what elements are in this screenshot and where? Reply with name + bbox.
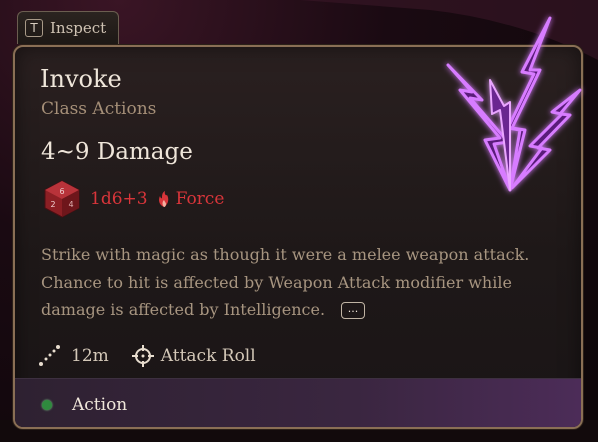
svg-text:4: 4	[68, 200, 73, 209]
dice-row: 6 2 4 1d6+3 Force	[42, 179, 224, 219]
d6-dice-icon: 6 2 4	[44, 180, 80, 218]
description-line: damage is affected by Intelligence....	[41, 296, 541, 324]
description-line: Strike with magic as though it were a me…	[41, 245, 530, 264]
keybind-badge: T	[25, 19, 43, 37]
inspect-tab[interactable]: T Inspect	[17, 11, 119, 44]
more-info-button[interactable]: ...	[341, 302, 366, 319]
stats-row: 12m Attack Roll	[37, 344, 256, 368]
crosshair-icon	[131, 345, 154, 367]
spell-category: Class Actions	[41, 99, 157, 119]
inspect-label: Inspect	[50, 19, 107, 37]
description-line-text: damage is affected by Intelligence.	[41, 300, 326, 319]
attack-type: Attack Roll	[160, 346, 256, 366]
range-value: 12m	[71, 346, 109, 366]
damage-type: Force	[175, 189, 225, 209]
description-line: Chance to hit is affected by Weapon Atta…	[41, 272, 512, 292]
lightning-spell-icon	[446, 16, 582, 192]
range-icon	[39, 345, 60, 366]
action-cost-label: Action	[72, 395, 128, 415]
svg-text:6: 6	[59, 187, 64, 196]
action-cost-row: Action	[42, 395, 127, 415]
action-cost-icon	[42, 400, 52, 410]
spell-title: Invoke	[40, 65, 122, 93]
svg-text:2: 2	[50, 200, 55, 209]
force-damage-icon	[158, 191, 168, 207]
dice-formula: 1d6+3	[90, 189, 148, 209]
damage-summary: 4~9 Damage	[41, 139, 193, 165]
spell-description: Strike with magic as though it were a me…	[41, 241, 541, 324]
